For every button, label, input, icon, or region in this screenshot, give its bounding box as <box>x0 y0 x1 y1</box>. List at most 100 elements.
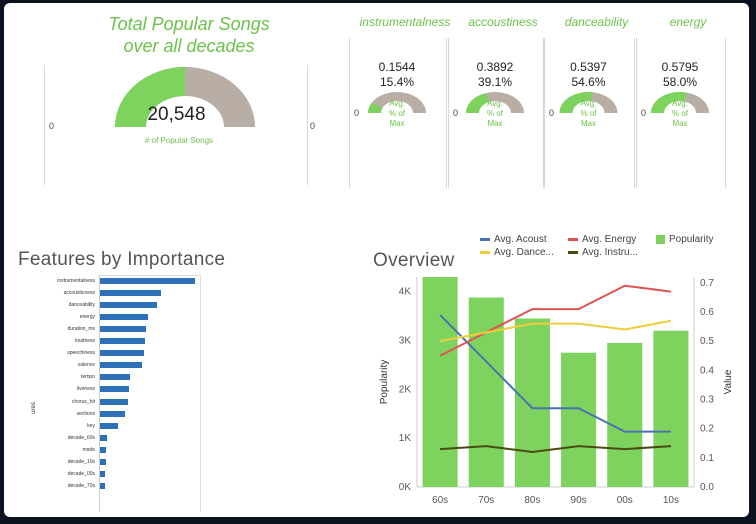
feature-caption-avg: Avg. <box>672 99 688 108</box>
total-caption: # of Popular Songs <box>144 136 214 145</box>
feature-value: 0.5795 <box>661 60 699 74</box>
x-tick-label: 00s <box>617 495 633 506</box>
importance-label: key <box>87 422 95 429</box>
feature-axis-zero: 0 <box>641 108 647 118</box>
importance-bar <box>100 278 195 284</box>
feature-title: danceability <box>564 15 629 29</box>
popularity-bar <box>422 277 458 487</box>
importance-bar <box>100 422 119 429</box>
y-tick-label: 2K <box>399 384 412 395</box>
importance-bar <box>100 374 131 381</box>
overview-legend: Avg. Acoust Avg. Energy Popularity Avg. Dan… <box>480 234 740 258</box>
legend-item[interactable]: Popularity <box>656 234 740 245</box>
importance-label: chorus_hit <box>71 398 95 405</box>
overview-chart: 0K 1K 2K 3K 4K 0.0 0.1 0.2 0.3 0.4 0.5 0.6 0.7 Popula… <box>379 277 734 506</box>
feature-caption-pct: % of <box>671 109 688 118</box>
feature-value: 0.3892 <box>476 60 514 74</box>
y2-tick-label: 0.7 <box>700 278 714 289</box>
total-value: 20,548 <box>147 104 206 125</box>
importance-bar <box>100 434 107 441</box>
importance-bar <box>100 446 106 453</box>
legend-item[interactable]: Avg. Energy <box>568 234 656 245</box>
legend-swatch <box>480 251 490 254</box>
legend-swatch <box>568 251 578 254</box>
y-axis-title: Popularity <box>379 360 390 404</box>
y2-tick-label: 0.5 <box>700 336 714 347</box>
importance-bar <box>100 350 144 357</box>
importance-label: accousticness <box>63 290 95 297</box>
importance-bar <box>100 398 128 405</box>
legend-swatch <box>480 238 490 241</box>
y2-tick-label: 0.1 <box>700 453 714 464</box>
feature-caption-max: Max <box>672 119 688 128</box>
feature-title: instrumentalness <box>359 15 451 29</box>
feature-caption-pct: % of <box>388 109 405 118</box>
importance-bar <box>100 302 157 309</box>
feature-value: 0.1544 <box>378 60 416 74</box>
x-tick-label: 90s <box>571 495 587 506</box>
importance-bar <box>100 362 142 369</box>
y2-tick-label: 0.0 <box>700 482 714 493</box>
y-tick-label: 3K <box>399 335 412 346</box>
importance-title: Features by Importance <box>18 249 226 270</box>
importance-label: decade_00s <box>67 470 95 477</box>
legend-label: Avg. Acoust <box>494 234 547 245</box>
legend-label: Avg. Dance... <box>494 247 554 258</box>
feature-title: energy <box>669 15 707 29</box>
feature-caption-max: Max <box>580 119 597 128</box>
x-tick-label: 70s <box>478 495 494 506</box>
popularity-bar <box>607 342 643 487</box>
feature-axis-zero: 0 <box>453 108 459 118</box>
y2-tick-label: 0.3 <box>700 395 714 406</box>
legend-swatch <box>568 238 578 241</box>
importance-bar <box>100 338 145 345</box>
popularity-bar <box>514 318 550 487</box>
legend-item[interactable]: Avg. Acoust <box>480 234 568 245</box>
x-tick-label: 80s <box>524 495 540 506</box>
feature-caption-max: Max <box>487 119 503 128</box>
feature-caption-pct: % of <box>486 109 503 118</box>
legend-swatch <box>656 235 665 244</box>
importance-frame <box>99 275 201 512</box>
feature-caption-pct: % of <box>580 109 597 118</box>
y2-axis-title: Value <box>723 369 734 394</box>
x-tick-label: 60s <box>432 495 448 506</box>
importance-label: instrumentalness <box>57 278 95 284</box>
legend-label: Avg. Energy <box>582 234 637 245</box>
importance-label: energy <box>79 314 95 321</box>
importance-label: valence <box>77 362 95 369</box>
importance-label: sections <box>76 410 95 417</box>
importance-label: danceability <box>68 302 95 309</box>
importance-bar <box>100 410 125 417</box>
total-min-label: 0 <box>49 121 55 131</box>
importance-bar <box>100 386 130 393</box>
importance-label: loudness <box>74 338 95 345</box>
legend-item[interactable]: Avg. Instru... <box>568 247 656 258</box>
importance-bar <box>100 458 106 465</box>
dashboard: Total Popular Songs over all decades 20,… <box>4 3 749 517</box>
legend-label: Avg. Instru... <box>582 247 638 258</box>
y2-tick-label: 0.2 <box>700 424 714 435</box>
importance-label: decade_60s <box>67 434 95 441</box>
y2-tick-label: 0.6 <box>700 307 714 318</box>
y-tick-label: 0K <box>399 482 412 493</box>
feature-axis-zero: 0 <box>549 108 555 118</box>
total-gauge <box>115 67 255 127</box>
importance-bar <box>100 290 161 297</box>
total-title: Total Popular Songs over all decades <box>108 14 270 56</box>
popularity-bar <box>653 330 689 487</box>
legend-item[interactable]: Avg. Dance... <box>480 247 568 258</box>
popularity-bar <box>561 352 597 487</box>
importance-bar <box>100 482 105 489</box>
y-tick-label: 4K <box>399 287 412 298</box>
feature-value: 0.5397 <box>570 60 607 74</box>
total-max-label: 0 <box>310 121 316 131</box>
feature-caption-avg: Avg. <box>389 99 405 108</box>
importance-label: decade_70s <box>67 482 95 489</box>
importance-bar <box>100 326 146 333</box>
importance-label: duration_ms <box>67 326 95 333</box>
importance-label: mode <box>82 446 95 453</box>
importance-label: tempo <box>81 374 95 381</box>
importance-bar <box>100 314 148 321</box>
feature-title: accoustiness <box>468 15 538 29</box>
